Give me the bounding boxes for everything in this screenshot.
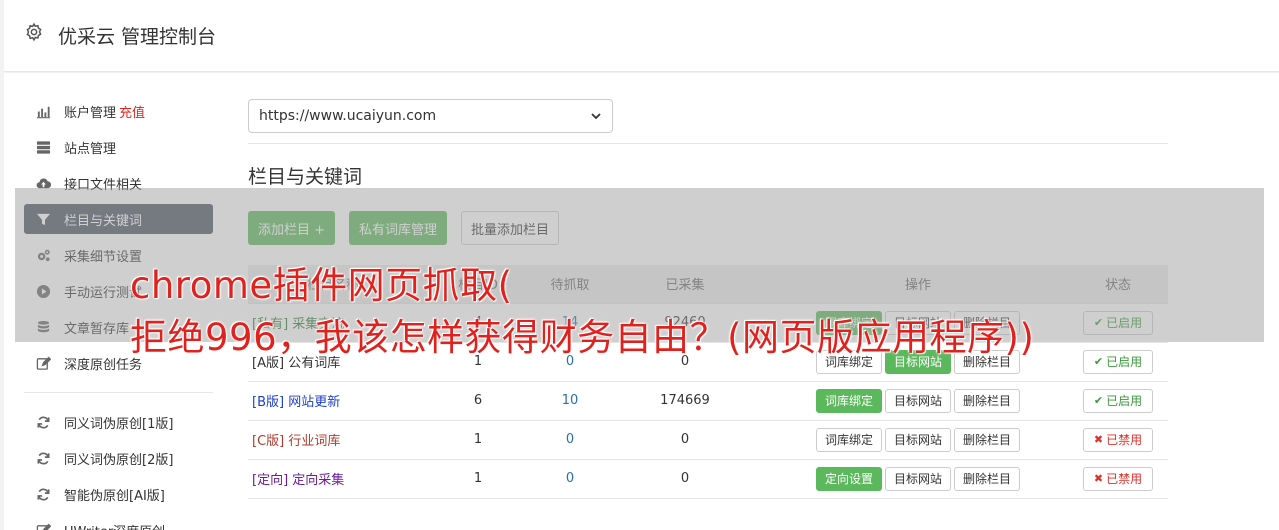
status-label: 已禁用 (1106, 472, 1143, 486)
column-name: 定向采集 (292, 473, 345, 488)
status-badge[interactable]: ✖ 已禁用 (1082, 427, 1154, 452)
bind-lib-button[interactable]: 词库绑定 (815, 427, 882, 452)
status-cell: ✖ 已禁用 (1068, 458, 1168, 499)
ops-cell: 词库绑定 目标网站 删除栏目 (768, 380, 1068, 420)
sidebar-item-label: 账户管理 (64, 105, 117, 121)
ops-cell: 词库绑定 目标网站 删除栏目 (768, 419, 1068, 459)
sidebar-item-label: UWriter深度原创 (64, 521, 165, 530)
sidebar-item-label: 同义词伪原创[1版] (64, 416, 174, 432)
page-title: 优采云 管理控制台 (58, 26, 217, 48)
sidebar-item-sites[interactable]: 站点管理 (24, 132, 213, 162)
pending-count[interactable]: 0 (538, 419, 602, 459)
column-name: 行业词库 (288, 434, 341, 449)
target-site-button[interactable]: 目标网站 (884, 427, 951, 452)
column-id: 6 (418, 380, 538, 420)
sidebar-divider (24, 392, 213, 393)
site-select[interactable]: https://www.ucaiyun.com (248, 99, 613, 133)
delete-column-button[interactable]: 删除栏目 (954, 466, 1021, 491)
edit-icon (35, 355, 51, 371)
status-badge[interactable]: ✖ 已禁用 (1082, 466, 1154, 491)
watermark-line-1: chrome插件网页抓取( (130, 264, 513, 307)
delete-column-button[interactable]: 删除栏目 (954, 427, 1021, 452)
bind-lib-button[interactable]: 词库绑定 (815, 388, 882, 413)
sidebar-item-account[interactable]: 账户管理 充值 (24, 96, 213, 126)
target-site-button[interactable]: 目标网站 (884, 388, 951, 413)
header: 优采云 管理控制台 (4, 0, 1279, 72)
sidebar-item-ai-original[interactable]: 智能伪原创[AI版] (24, 479, 213, 509)
collected-count: 0 (602, 419, 768, 459)
pending-count[interactable]: 0 (538, 458, 602, 499)
delete-column-button[interactable]: 删除栏目 (954, 388, 1021, 413)
column-id: 1 (418, 458, 538, 499)
gear-icon (24, 22, 44, 42)
watermark-text: chrome插件网页抓取( 拒绝996，我该怎样获得财务自由？(网页版应用程序)… (130, 260, 1190, 364)
column-tag: [C版] (252, 434, 285, 449)
column-name-cell[interactable]: [定向] 定向采集 (248, 458, 418, 499)
column-name-cell[interactable]: [C版] 行业词库 (248, 419, 418, 459)
refresh-icon (35, 414, 51, 430)
status-badge[interactable]: ✔已启用 (1082, 388, 1154, 413)
status-label: 已禁用 (1106, 433, 1143, 447)
bar-chart-icon (35, 103, 51, 119)
close-icon: ✖ (1093, 433, 1104, 446)
sidebar-item-label: 站点管理 (64, 141, 117, 157)
collected-count: 174669 (602, 380, 768, 420)
sidebar-item-synonym-v2[interactable]: 同义词伪原创[2版] (24, 443, 213, 473)
divider (248, 143, 1168, 144)
column-tag: [定向] (252, 473, 289, 488)
sidebar-item-label: 智能伪原创[AI版] (64, 488, 165, 504)
directed-settings-button[interactable]: 定向设置 (815, 466, 882, 491)
column-name-cell[interactable]: [B版] 网站更新 (248, 380, 418, 420)
ops-cell: 定向设置 目标网站 删除栏目 (768, 458, 1068, 499)
column-name: 网站更新 (288, 395, 341, 410)
table-row: [定向] 定向采集 1 0 0 定向设置 目标网站 删除栏目 ✖ 已禁用 (248, 458, 1168, 499)
status-cell: ✔已启用 (1068, 380, 1168, 420)
sidebar-item-synonym-v1[interactable]: 同义词伪原创[1版] (24, 407, 213, 437)
check-icon: ✔ (1093, 394, 1104, 407)
server-icon (35, 139, 51, 155)
sidebar-item-label: 同义词伪原创[2版] (64, 452, 174, 468)
recharge-link[interactable]: 充值 (119, 102, 145, 121)
chevron-down-icon (590, 110, 602, 122)
site-select-value: https://www.ucaiyun.com (259, 108, 437, 124)
status-cell: ✖ 已禁用 (1068, 419, 1168, 459)
watermark-line-2: 拒绝996，我该怎样获得财务自由？(网页版应用程序)) (130, 316, 1035, 359)
edit-icon (35, 522, 51, 530)
status-label: 已启用 (1106, 394, 1143, 408)
target-site-button[interactable]: 目标网站 (884, 466, 951, 491)
pending-count[interactable]: 10 (538, 380, 602, 420)
collected-count: 0 (602, 458, 768, 499)
refresh-icon (35, 450, 51, 466)
column-id: 1 (418, 419, 538, 459)
table-row: [C版] 行业词库 1 0 0 词库绑定 目标网站 删除栏目 ✖ 已禁用 (248, 419, 1168, 459)
column-tag: [B版] (252, 395, 285, 410)
close-icon: ✖ (1093, 472, 1104, 485)
table-row: [B版] 网站更新 6 10 174669 词库绑定 目标网站 删除栏目 ✔ 已启… (248, 380, 1168, 420)
refresh-icon (35, 486, 51, 502)
sidebar-item-uwriter[interactable]: UWriter深度原创 (24, 515, 213, 530)
section-title: 栏目与关键词 (248, 166, 363, 188)
